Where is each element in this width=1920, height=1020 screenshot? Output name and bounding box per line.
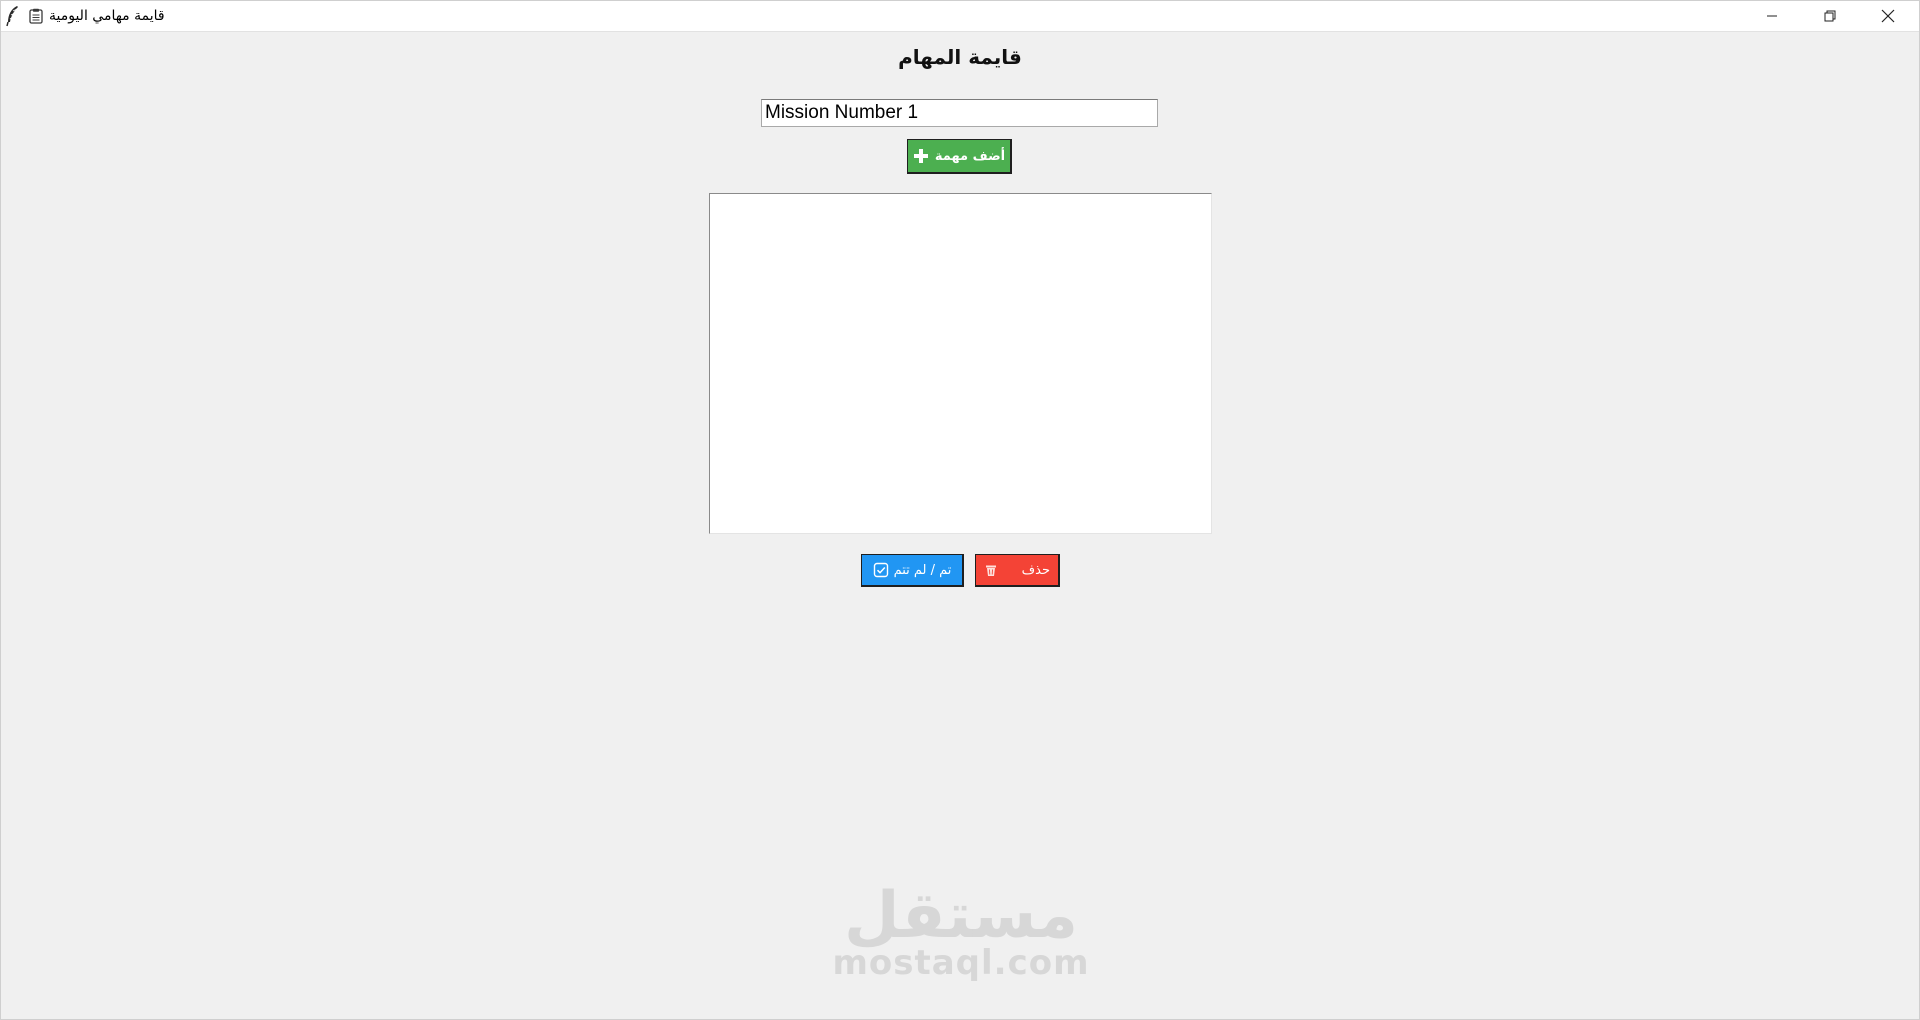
window-title: قايمة مهامي اليومية xyxy=(49,8,165,24)
title-bar[interactable]: قايمة مهامي اليومية xyxy=(1,1,1919,32)
watermark-latin: mostaql.com xyxy=(832,943,1090,983)
toggle-done-label: تم / لم تتم xyxy=(893,562,952,578)
feather-icon xyxy=(6,6,18,27)
delete-task-button[interactable]: حذف xyxy=(975,554,1060,587)
checkbox-icon xyxy=(873,562,888,578)
watermark-arabic: مستقل xyxy=(843,879,1079,953)
minimize-icon xyxy=(1767,15,1777,17)
trash-icon xyxy=(986,565,996,576)
clipboard-icon xyxy=(29,8,43,24)
minimize-button[interactable] xyxy=(1743,1,1801,31)
toggle-done-button[interactable]: تم / لم تتم xyxy=(861,554,964,587)
delete-task-label: حذف xyxy=(1021,562,1050,578)
plus-icon xyxy=(913,149,928,163)
title-wrap: قايمة مهامي اليومية xyxy=(29,1,165,31)
add-task-button[interactable]: أضف مهمة xyxy=(907,139,1012,174)
task-list[interactable] xyxy=(709,193,1212,534)
restore-button[interactable] xyxy=(1801,1,1859,31)
app-window: قايمة مهامي اليومية قايمة المهام أضف xyxy=(0,0,1920,1020)
close-button[interactable] xyxy=(1859,1,1917,31)
task-input[interactable] xyxy=(761,99,1158,127)
restore-icon xyxy=(1824,10,1836,22)
close-icon xyxy=(1881,9,1895,23)
add-task-label: أضف مهمة xyxy=(934,148,1006,164)
page-title: قايمة المهام xyxy=(898,45,1022,69)
watermark: مستقل mostaql.com xyxy=(821,881,1101,981)
